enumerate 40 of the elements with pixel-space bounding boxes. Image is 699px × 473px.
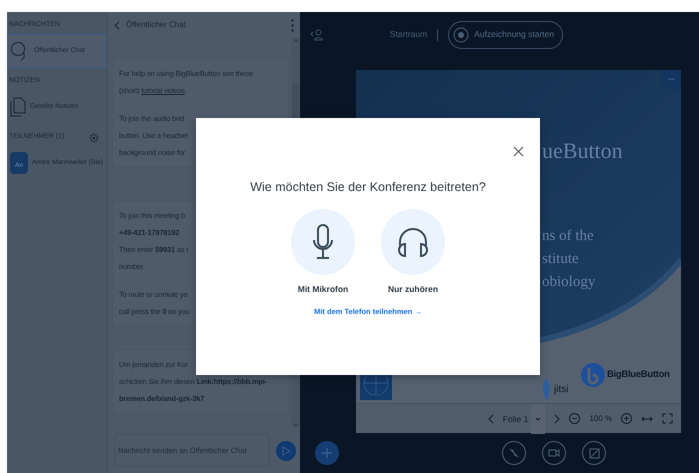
fit-width-icon[interactable] <box>641 416 653 422</box>
logo-text: BigBlueButton <box>607 368 670 382</box>
camera-button[interactable] <box>542 441 566 466</box>
previous-slide-icon[interactable] <box>488 414 494 424</box>
zoom-level: 100 % <box>589 412 612 425</box>
minus-icon <box>668 78 675 80</box>
slide-text: obiology <box>542 272 596 292</box>
add-button[interactable] <box>315 441 339 466</box>
dialog-title: Wie möchten Sie der Konferenz beitreten? <box>250 179 486 196</box>
logo-icon <box>581 362 605 386</box>
logo-text: jitsi <box>554 382 568 396</box>
caret-icon <box>535 416 542 421</box>
camera-icon <box>548 448 560 458</box>
audio-button[interactable] <box>502 441 526 466</box>
slide-number: Folie 1 <box>502 412 528 426</box>
scroll-up-icon[interactable] <box>292 38 298 43</box>
microphone-icon <box>312 224 334 260</box>
send-button[interactable] <box>276 440 296 460</box>
scroll-down-icon[interactable] <box>292 423 298 428</box>
fullscreen-icon[interactable] <box>662 413 673 424</box>
next-slide-icon[interactable] <box>554 414 560 424</box>
slide-text: ns of the <box>542 226 594 246</box>
zoom-out-icon[interactable] <box>569 413 580 424</box>
documents-icon <box>10 97 26 117</box>
zoom-in-icon[interactable] <box>621 413 632 424</box>
settings-icon[interactable] <box>89 132 99 142</box>
slide-text: stitute <box>542 250 579 268</box>
minimize-button[interactable] <box>662 70 681 88</box>
slide-title: ueButton <box>542 136 623 164</box>
screen-share-button[interactable] <box>582 441 606 466</box>
headphones-icon <box>396 226 430 258</box>
screen-share-icon <box>588 448 600 459</box>
room-name: Startraum <box>390 28 428 42</box>
send-icon <box>281 446 292 456</box>
more-options-icon[interactable] <box>291 18 294 32</box>
plus-icon <box>321 447 333 460</box>
back-chevron-icon[interactable] <box>114 20 120 30</box>
user-icon[interactable] <box>310 28 324 41</box>
record-icon <box>453 26 470 43</box>
record-button[interactable]: Aufzeichnung starten <box>448 20 564 49</box>
